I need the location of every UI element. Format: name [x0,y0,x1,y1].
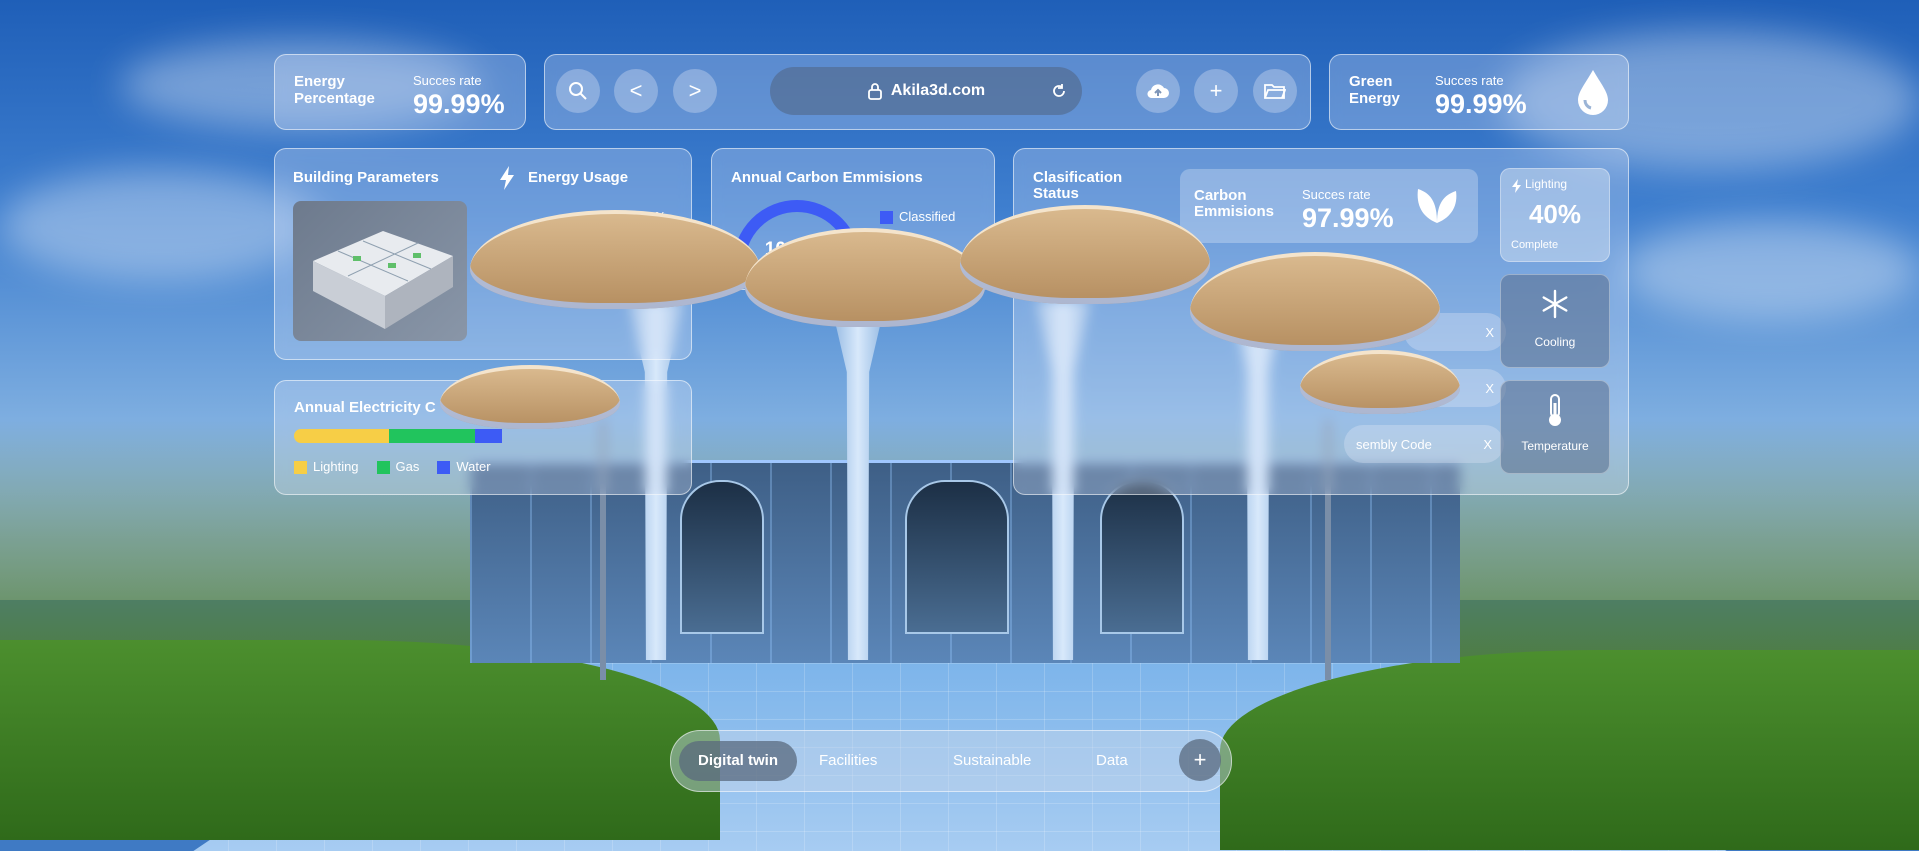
electricity-bar-segment-lighting [294,429,389,443]
rate-value: 99.99% [1435,89,1527,119]
rate-value: 97.99% [1302,203,1394,233]
energy-usage-value: 30% [640,209,667,224]
electricity-legend: Lighting Gas Water [294,459,491,475]
cooling-tile[interactable]: Cooling [1500,274,1610,368]
electricity-stacked-bar [294,429,564,443]
filter-chip[interactable]: X [1404,313,1506,351]
legend-swatch [880,247,893,261]
building-window [1100,480,1184,634]
tile-label: Cooling [1534,335,1576,349]
panel-title: Clasification [1033,169,1123,186]
building-door [905,480,1009,634]
3d-floorplan-icon [313,231,453,329]
legend-swatch [437,461,451,475]
leaf-icon [1417,189,1457,223]
legend-item: Unclassifi [880,235,955,271]
hedge-left [0,640,720,840]
card-title: Emmisions [1194,203,1275,220]
upload-button[interactable] [1136,69,1180,113]
search-icon [569,82,587,100]
back-button[interactable]: < [614,69,658,113]
building-window [680,480,764,634]
building-model-thumbnail[interactable] [293,201,467,341]
bottom-navigation: Digital twin Facilities Sustainable Data… [670,730,1232,792]
filter-chip[interactable]: X [1404,369,1506,407]
lock-icon [867,83,882,100]
panel-title: Annual Carbon Emmisions [731,169,923,186]
snowflake-icon [1542,289,1568,319]
panel-title: Annual Electricity C [294,399,436,416]
chip-label: sembly Code [1356,436,1432,452]
cloud [0,170,320,280]
legend-label: Unclassifi [899,245,955,260]
energy-percentage-card: Energy Percentage Succes rate 99.99% [274,54,526,130]
card-title: Green [1349,73,1393,90]
lightning-icon [500,166,514,190]
nav-tab-facilities[interactable]: Facilities [819,741,877,781]
card-title: Energy [1349,90,1400,107]
donut-sublabel: Model Elements [761,264,833,275]
tile-value: 40% [1528,199,1582,229]
energy-usage-label: Energy Usage [528,169,629,186]
electricity-bar-segment-gas [388,429,475,443]
chip-close-icon[interactable]: X [1485,381,1494,396]
card-title: Carbon [1194,187,1247,204]
lighting-tile[interactable]: Lighting 40% Complete [1500,168,1610,262]
panel-title: Status [1033,185,1079,202]
tile-label: Lighting [1525,177,1568,191]
hedge-right [1220,650,1919,850]
legend-swatch [880,211,893,225]
rate-label: Succes rate [1302,187,1371,202]
green-energy-card: Green Energy Succes rate 99.99% [1329,54,1629,130]
legend-item: Classified [880,199,955,235]
water-drop-icon [1578,70,1608,115]
legend-item: Lighting [294,459,359,475]
url-text: Akila3d.com [890,82,986,99]
chip-close-icon[interactable]: X [1485,325,1494,340]
cloud-upload-icon [1147,84,1169,99]
tile-sub: Complete [1511,239,1559,251]
lightning-icon [1512,179,1521,193]
url-bar[interactable]: Akila3d.com [770,67,1082,115]
card-title: Energy [294,73,345,90]
legend-swatch [294,461,307,475]
legend-label: Classified [899,209,956,224]
rate-label: Succes rate [1435,73,1504,88]
tile-label: Temperature [1521,439,1589,453]
annual-electricity-panel: Annual Electricity C Lighting Gas Water [274,380,692,495]
folder-icon [1264,84,1286,99]
legend-item: Water [437,459,491,475]
carbon-legend: Classified Unclassifi [880,199,955,271]
building-parameters-panel: Building Parameters Energy Usage 30% [274,148,692,360]
temperature-tile[interactable]: Temperature [1500,380,1610,474]
filter-chip-assembly-code[interactable]: sembly Code X [1344,425,1504,463]
legend-label: Lighting [313,459,359,474]
legend-item: Gas [376,459,420,475]
carbon-emissions-card: Carbon Emmisions Succes rate 97.99% [1180,169,1478,243]
chip-close-icon[interactable]: X [1483,437,1492,452]
legend-label: Gas [395,459,420,474]
nav-tab-data[interactable]: Data [1096,741,1128,781]
panel-title: Building Parameters [293,169,439,186]
reload-icon[interactable] [1050,82,1068,100]
donut-percent: 100.0% [764,239,830,260]
electricity-bar-segment-water [474,429,502,443]
cloud [1620,220,1919,320]
nav-tab-sustainable[interactable]: Sustainable [953,741,1031,781]
card-title: Percentage [294,90,375,107]
rate-value: 99.99% [413,89,505,119]
open-folder-button[interactable] [1253,69,1297,113]
nav-add-button[interactable]: + [1179,739,1221,781]
search-button[interactable] [556,69,600,113]
carbon-emissions-panel: Annual Carbon Emmisions 100.0% Model Ele… [711,148,995,290]
nav-tab-digital-twin[interactable]: Digital twin [679,741,797,781]
add-tab-button[interactable]: + [1194,69,1238,113]
legend-swatch [376,461,390,475]
legend-label: Water [456,459,491,474]
forward-button[interactable]: > [673,69,717,113]
rate-label: Succes rate [413,73,482,88]
thermometer-icon [1549,394,1561,426]
